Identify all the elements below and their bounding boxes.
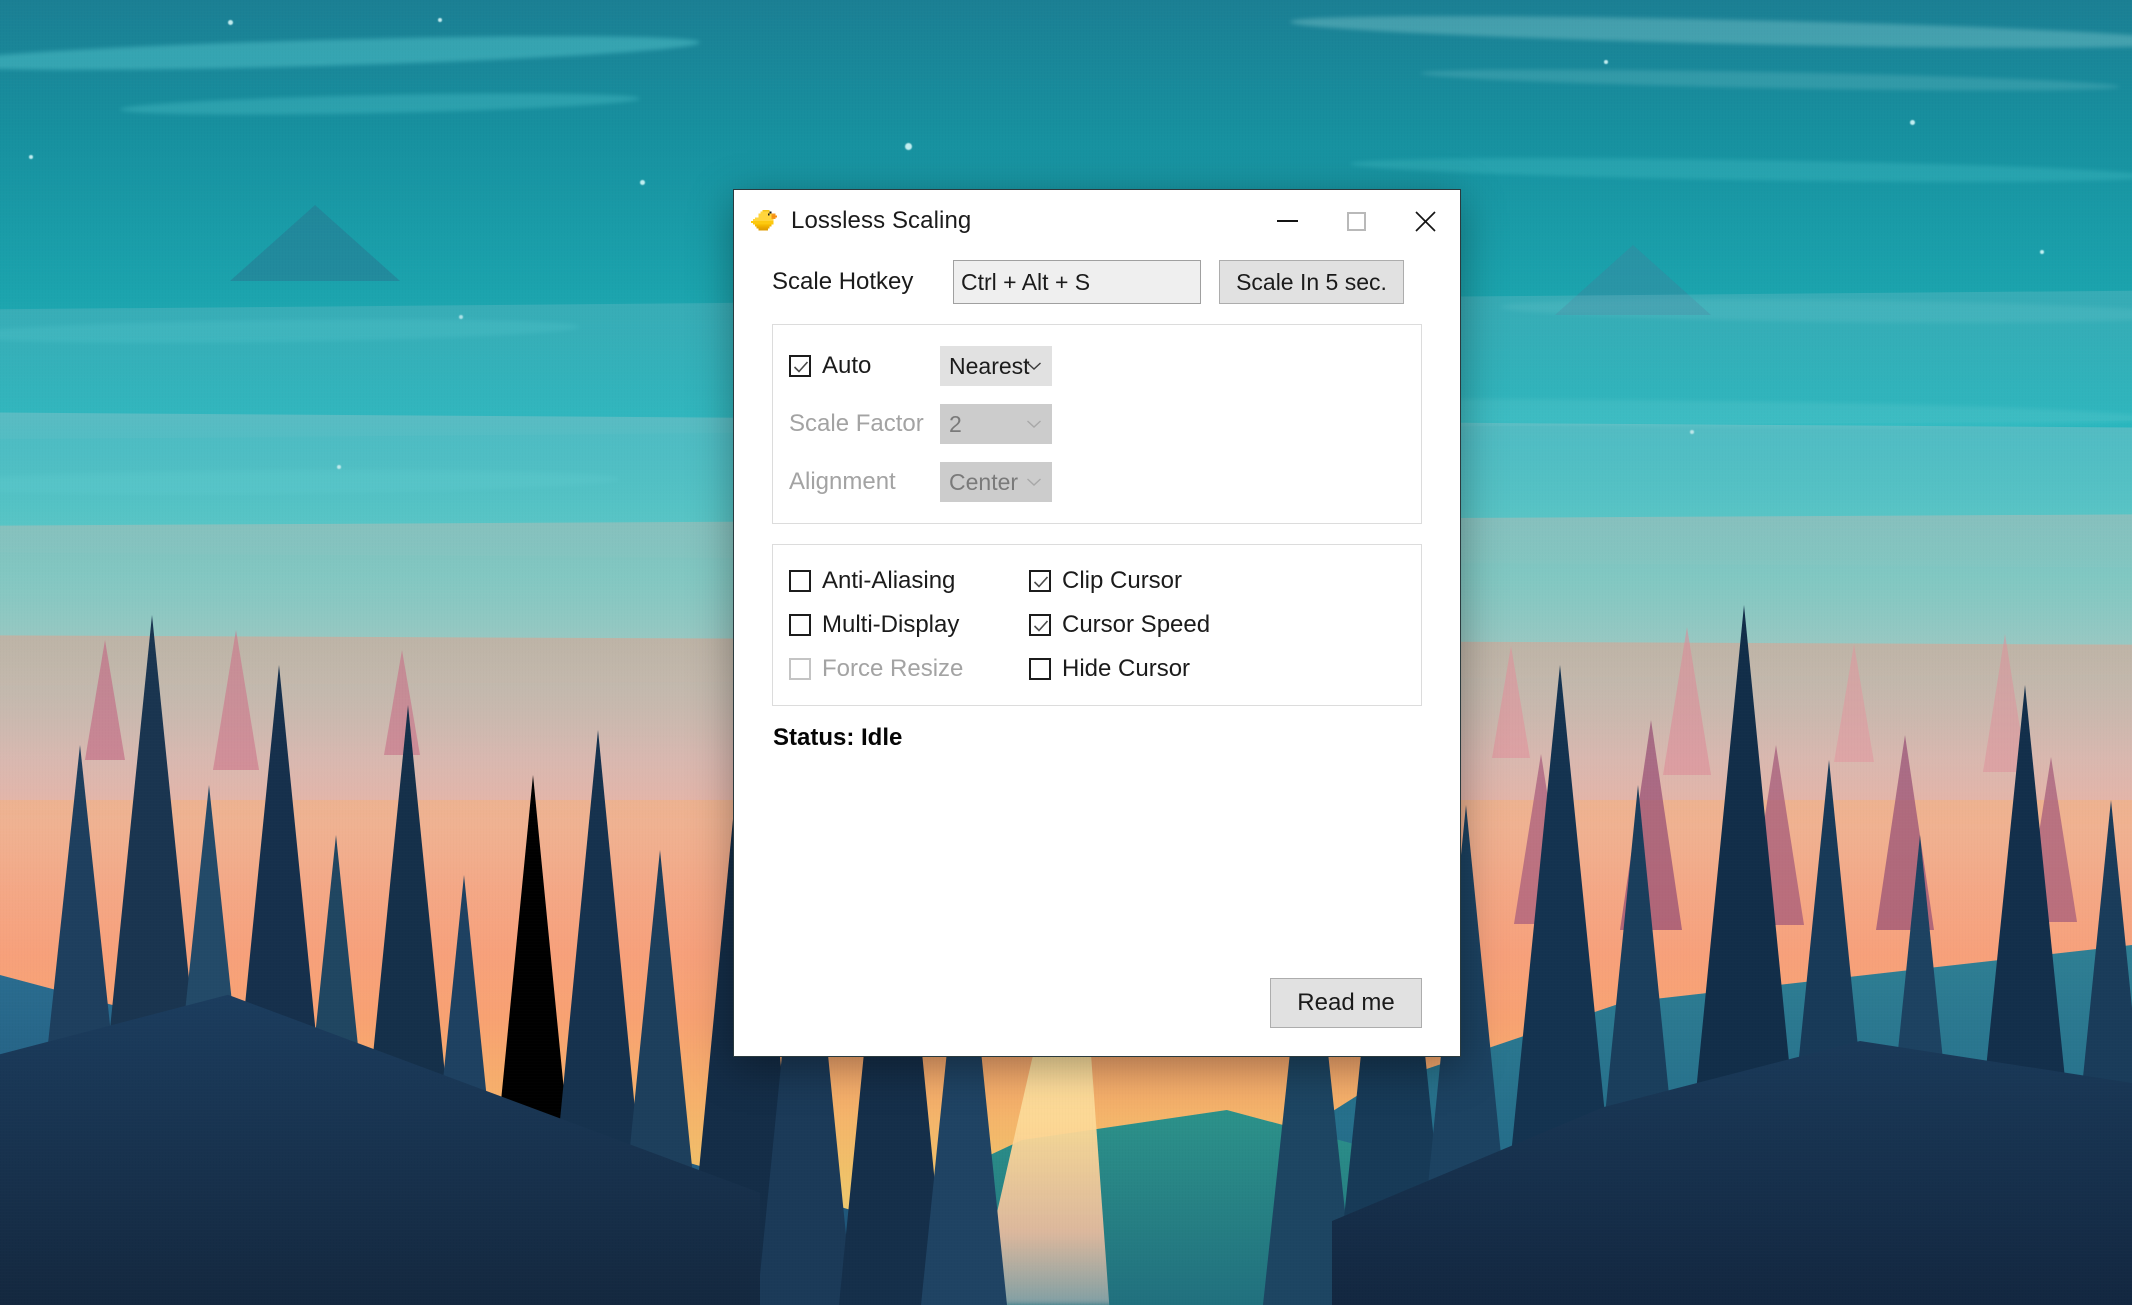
maximize-icon	[1347, 211, 1366, 231]
checkmark-icon	[1033, 620, 1049, 632]
anti-aliasing-label: Anti-Aliasing	[822, 567, 956, 594]
scale-factor-combobox[interactable]: 2	[940, 404, 1052, 444]
star	[29, 155, 33, 159]
scale-factor-row: Scale Factor 2	[773, 395, 1421, 453]
hide-cursor-row[interactable]: Hide Cursor	[1029, 647, 1421, 691]
star	[1604, 60, 1608, 64]
cursor-speed-checkbox[interactable]	[1029, 614, 1051, 636]
window-title: Lossless Scaling	[791, 207, 972, 234]
star	[438, 18, 442, 22]
scale-hotkey-row: Scale Hotkey Scale In 5 sec.	[772, 260, 1422, 304]
titlebar-left: Lossless Scaling	[734, 207, 971, 235]
scaling-options-group: Auto Nearest Scale Factor 2 Alignment Ce…	[772, 324, 1422, 524]
options-grid: Anti-Aliasing Clip Cursor Multi-Display	[773, 559, 1421, 691]
window-titlebar[interactable]: Lossless Scaling	[734, 190, 1460, 252]
desktop-wallpaper: Lossless Scaling Scale Hotkey Ctrl + Alt…	[0, 0, 2132, 1305]
close-icon	[1415, 210, 1436, 232]
force-resize-row[interactable]: Force Resize	[789, 647, 1029, 691]
checkmark-icon	[793, 361, 809, 373]
minimize-button[interactable]	[1253, 190, 1322, 252]
chevron-down-icon	[1027, 478, 1041, 486]
cursor-options-group: Anti-Aliasing Clip Cursor Multi-Display	[772, 544, 1422, 706]
auto-checkbox-row[interactable]: Auto	[789, 352, 940, 380]
alignment-row: Alignment Center	[773, 453, 1421, 511]
close-button[interactable]	[1391, 190, 1460, 252]
cursor-speed-label: Cursor Speed	[1062, 611, 1211, 638]
multi-display-label: Multi-Display	[822, 611, 960, 638]
scaling-mode-value: Nearest	[949, 352, 1030, 379]
star	[2040, 250, 2044, 254]
force-resize-checkbox[interactable]	[789, 658, 811, 680]
star	[228, 20, 233, 25]
window-client-area: Scale Hotkey Scale In 5 sec. Auto	[734, 252, 1460, 1056]
anti-aliasing-row[interactable]: Anti-Aliasing	[789, 559, 1029, 603]
maximize-button[interactable]	[1322, 190, 1391, 252]
scaling-mode-combobox[interactable]: Nearest	[940, 346, 1052, 386]
star	[1910, 120, 1915, 125]
window-controls	[1253, 190, 1460, 252]
checkmark-icon	[1033, 576, 1049, 588]
anti-aliasing-checkbox[interactable]	[789, 570, 811, 592]
scale-factor-value: 2	[949, 410, 962, 437]
auto-checkbox[interactable]	[789, 355, 811, 377]
alignment-value: Center	[949, 468, 1019, 495]
alignment-combobox[interactable]: Center	[940, 462, 1052, 502]
distant-mountain	[230, 205, 400, 281]
clip-cursor-checkbox[interactable]	[1029, 570, 1051, 592]
cursor-speed-row[interactable]: Cursor Speed	[1029, 603, 1421, 647]
read-me-button[interactable]: Read me	[1270, 978, 1422, 1028]
scale-hotkey-input[interactable]	[953, 260, 1201, 304]
chevron-down-icon	[1027, 362, 1041, 370]
status-text: Status: Idle	[773, 724, 903, 751]
hide-cursor-checkbox[interactable]	[1029, 658, 1051, 680]
star	[640, 180, 645, 185]
lossless-scaling-window: Lossless Scaling Scale Hotkey Ctrl + Alt…	[733, 189, 1461, 1057]
force-resize-label: Force Resize	[822, 655, 964, 682]
multi-display-row[interactable]: Multi-Display	[789, 603, 1029, 647]
auto-row: Auto Nearest	[773, 337, 1421, 395]
clip-cursor-row[interactable]: Clip Cursor	[1029, 559, 1421, 603]
scale-in-5-sec-button[interactable]: Scale In 5 sec.	[1219, 260, 1404, 304]
alignment-label: Alignment	[789, 468, 896, 495]
chevron-down-icon	[1027, 420, 1041, 428]
minimize-icon	[1277, 220, 1298, 222]
hide-cursor-label: Hide Cursor	[1062, 655, 1191, 682]
clip-cursor-label: Clip Cursor	[1062, 567, 1183, 594]
duck-icon	[751, 209, 778, 231]
auto-label: Auto	[822, 352, 872, 379]
scale-hotkey-label: Scale Hotkey	[772, 268, 914, 295]
star	[905, 143, 912, 150]
multi-display-checkbox[interactable]	[789, 614, 811, 636]
scale-factor-label: Scale Factor	[789, 410, 924, 437]
